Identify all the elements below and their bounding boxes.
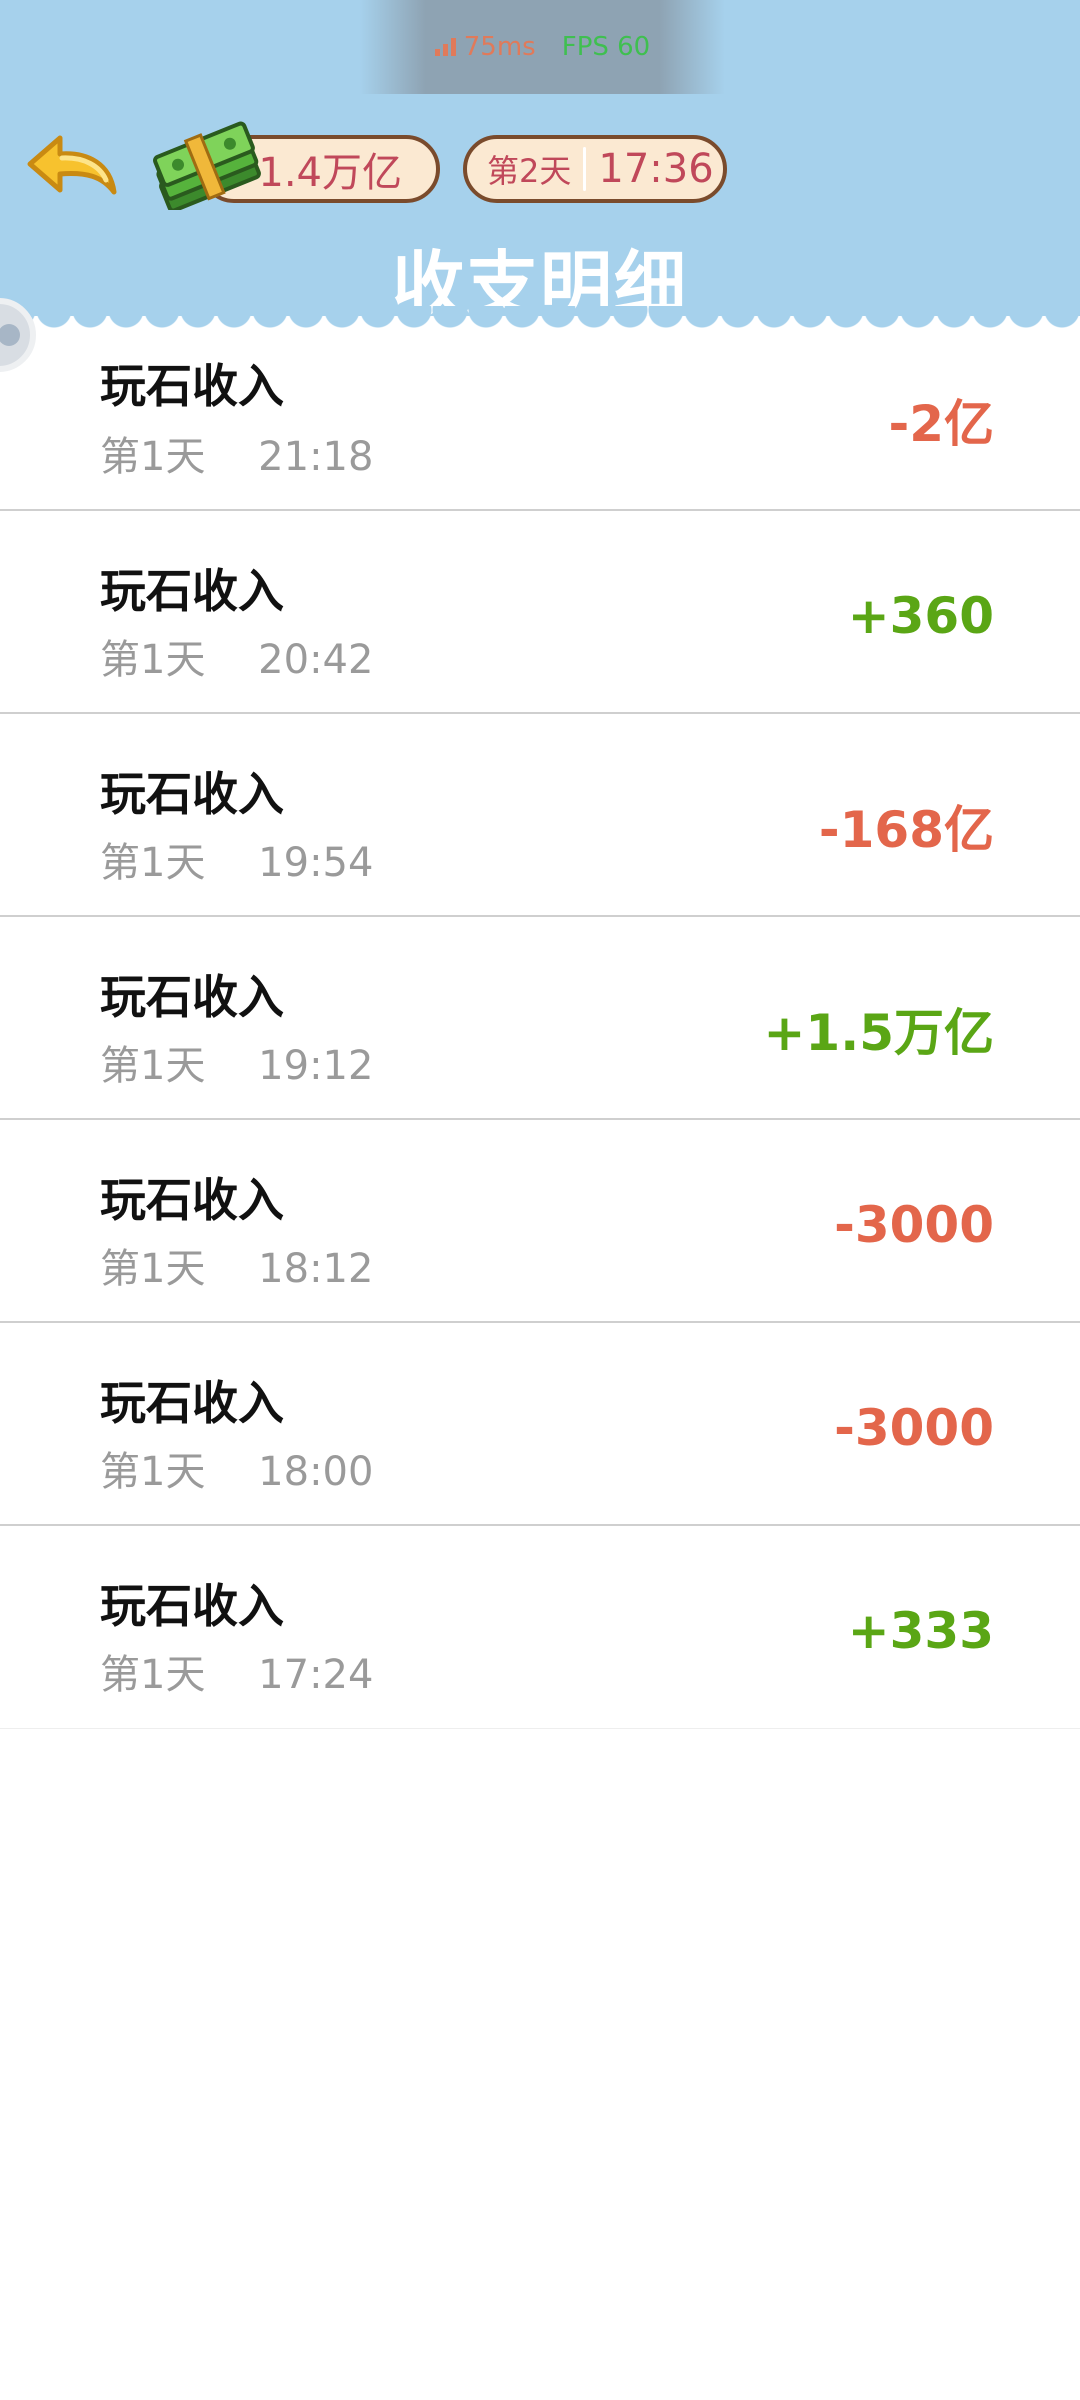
transaction-time: 18:12 [258, 1246, 374, 1292]
ping-indicator: 75ms [434, 32, 536, 62]
transaction-amount: +1.5万亿 [763, 1004, 994, 1062]
transaction-timestamp: 第1天 18:00 [100, 1439, 373, 1497]
transaction-timestamp: 第1天 19:54 [100, 830, 373, 888]
transaction-amount: -3000 [834, 1196, 994, 1254]
transaction-day: 第1天 [100, 840, 206, 886]
transaction-title: 玩石收入 [100, 1579, 284, 1633]
transaction-timestamp: 第1天 18:12 [100, 1236, 373, 1294]
transaction-day: 第1天 [100, 1246, 206, 1292]
page: 75ms FPS 60 1.4万亿 第2天 17:36 收支明细 玩石收入 第1… [0, 0, 1080, 2400]
transaction-time: 19:12 [258, 1043, 374, 1089]
transaction-day: 第1天 [100, 1449, 206, 1495]
transaction-title: 玩石收入 [100, 767, 284, 821]
transaction-row[interactable]: 玩石收入 第1天 18:00 -3000 [0, 1323, 1080, 1526]
signal-icon [434, 38, 456, 56]
transaction-row[interactable]: 玩石收入 第1天 17:24 +333 [0, 1526, 1080, 1729]
fps-value: FPS 60 [561, 32, 651, 62]
money-value: 1.4万亿 [258, 150, 402, 196]
scalloped-edge [0, 306, 1080, 334]
transaction-timestamp: 第1天 20:42 [100, 627, 373, 685]
back-button[interactable] [22, 130, 122, 210]
transaction-title: 玩石收入 [100, 970, 284, 1024]
transaction-amount: +360 [847, 587, 994, 645]
transaction-day: 第1天 [100, 434, 206, 480]
header-bar: 75ms FPS 60 1.4万亿 第2天 17:36 收支明细 [0, 0, 1080, 327]
transaction-day: 第1天 [100, 1652, 206, 1698]
transaction-row[interactable]: 玩石收入 第1天 18:12 -3000 [0, 1120, 1080, 1323]
transaction-row[interactable]: 玩石收入 第1天 19:12 +1.5万亿 [0, 917, 1080, 1120]
transaction-title: 玩石收入 [100, 564, 284, 618]
transaction-amount: -3000 [834, 1399, 994, 1457]
transaction-title: 玩石收入 [100, 1376, 284, 1430]
back-arrow-icon [27, 135, 117, 195]
transaction-amount: +333 [847, 1602, 994, 1660]
game-time: 17:36 [598, 146, 714, 192]
transaction-timestamp: 第1天 19:12 [100, 1033, 373, 1091]
transaction-time: 18:00 [258, 1449, 374, 1495]
transaction-amount: -2亿 [888, 395, 994, 453]
performance-overlay: 75ms FPS 60 [360, 0, 725, 94]
transaction-row[interactable]: 玩石收入 第1天 21:18 -2亿 [0, 308, 1080, 511]
transaction-day: 第1天 [100, 637, 206, 683]
transaction-time: 17:24 [258, 1652, 374, 1698]
transaction-time: 20:42 [258, 637, 374, 683]
transaction-row[interactable]: 玩石收入 第1天 19:54 -168亿 [0, 714, 1080, 917]
clock-divider [583, 147, 587, 191]
transaction-title: 玩石收入 [100, 359, 284, 413]
transaction-day: 第1天 [100, 1043, 206, 1089]
transaction-timestamp: 第1天 17:24 [100, 1642, 373, 1700]
transaction-title: 玩石收入 [100, 1173, 284, 1227]
game-clock: 第2天 17:36 [463, 135, 727, 203]
transaction-time: 19:54 [258, 840, 374, 886]
transaction-timestamp: 第1天 21:18 [100, 424, 373, 482]
assist-dot-icon [0, 324, 20, 346]
ping-value: 75ms [463, 32, 536, 62]
transaction-time: 21:18 [258, 434, 374, 480]
game-day: 第2天 [487, 152, 572, 190]
cash-stack-icon [153, 121, 261, 210]
transaction-list[interactable]: 玩石收入 第1天 21:18 -2亿 玩石收入 第1天 20:42 +360 玩… [0, 308, 1080, 1729]
transaction-row[interactable]: 玩石收入 第1天 20:42 +360 [0, 511, 1080, 714]
transaction-amount: -168亿 [818, 801, 994, 859]
